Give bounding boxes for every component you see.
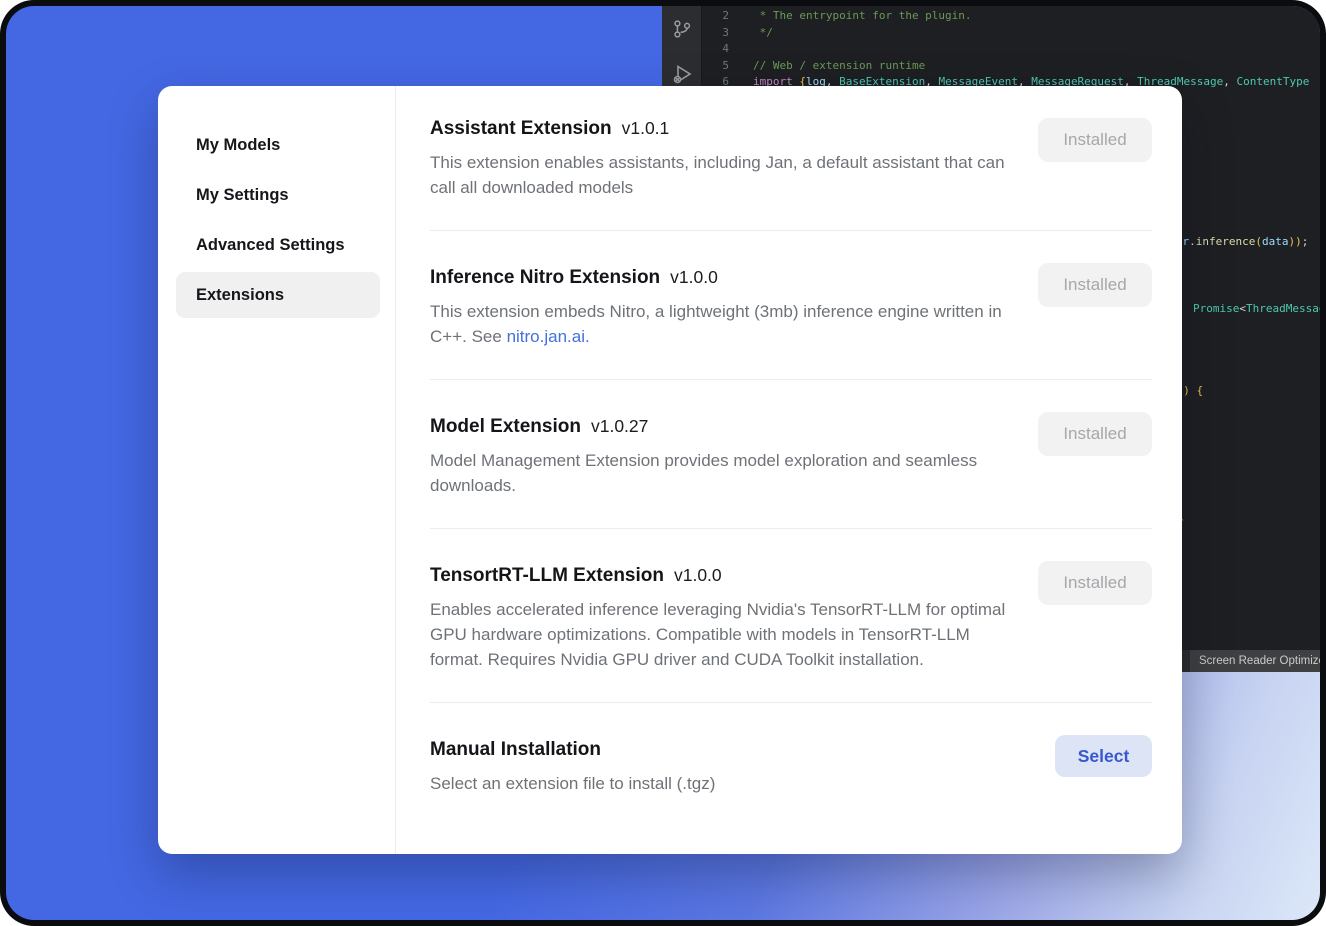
installed-button[interactable]: Installed	[1038, 263, 1152, 307]
status-screen-reader-item[interactable]: Screen Reader Optimize	[1190, 650, 1320, 672]
select-file-button[interactable]: Select	[1055, 735, 1152, 777]
sidebar-item-my-models[interactable]: My Models	[158, 120, 395, 170]
installed-button[interactable]: Installed	[1038, 412, 1152, 456]
source-control-icon[interactable]	[671, 18, 693, 40]
settings-dialog: My Models My Settings Advanced Settings Ext…	[158, 86, 1182, 854]
installed-button[interactable]: Installed	[1038, 561, 1152, 605]
extension-name: Model Extension	[430, 416, 581, 438]
line-number: 2	[703, 8, 739, 25]
extensions-panel: Assistant Extension v1.0.1 This extension …	[396, 86, 1182, 854]
extensions-list: Assistant Extension v1.0.1 This extension …	[430, 86, 1152, 703]
extension-row: Model Extension v1.0.27 Model Management E…	[430, 380, 1152, 529]
extension-version: v1.0.0	[674, 565, 722, 586]
line-number: 3	[703, 25, 739, 42]
nitro-jan-ai-link[interactable]: nitro.jan.ai.	[507, 327, 590, 346]
run-and-debug-icon[interactable]	[671, 62, 693, 84]
extension-row: TensortRT-LLM Extension v1.0.0 Enables acc…	[430, 529, 1152, 703]
extension-version: v1.0.27	[591, 416, 648, 437]
sidebar-item-label: Advanced Settings	[196, 236, 345, 255]
line-number: 5	[703, 58, 739, 75]
code-line: 2 * The entrypoint for the plugin.	[703, 8, 1320, 25]
extension-description: Model Management Extension provides mode…	[430, 448, 1015, 498]
extension-description: This extension enables assistants, inclu…	[430, 150, 1015, 200]
extension-version: v1.0.1	[622, 118, 670, 139]
code-lines: 2 * The entrypoint for the plugin.3 */45…	[703, 8, 1320, 91]
code-line: 4	[703, 41, 1320, 58]
extension-name: Assistant Extension	[430, 118, 612, 140]
sidebar-item-label: My Settings	[196, 186, 289, 205]
sidebar-item-my-settings[interactable]: My Settings	[158, 170, 395, 220]
extension-description: Enables accelerated inference leveraging…	[430, 597, 1015, 672]
settings-sidebar: My Models My Settings Advanced Settings Ext…	[158, 86, 396, 854]
extension-name: TensortRT-LLM Extension	[430, 565, 664, 587]
sidebar-item-label: Extensions	[196, 286, 284, 305]
sidebar-item-extensions[interactable]: Extensions	[176, 272, 380, 318]
code-fragment: Promise<ThreadMessage>	[1193, 302, 1320, 315]
extension-row: Assistant Extension v1.0.1 This extension …	[430, 86, 1152, 231]
sidebar-item-label: My Models	[196, 136, 280, 155]
sidebar-item-advanced-settings[interactable]: Advanced Settings	[158, 220, 395, 270]
manual-installation-title: Manual Installation	[430, 739, 601, 761]
background-gradient: 2 * The entrypoint for the plugin.3 */45…	[6, 6, 1320, 920]
code-line: 5// Web / extension runtime	[703, 58, 1320, 75]
manual-installation-row: Manual Installation Select an extension …	[430, 703, 1152, 826]
code-line: 3 */	[703, 25, 1320, 42]
installed-button[interactable]: Installed	[1038, 118, 1152, 162]
extension-row: Inference Nitro Extension v1.0.0 This exte…	[430, 231, 1152, 380]
extension-name: Inference Nitro Extension	[430, 267, 660, 289]
manual-installation-description: Select an extension file to install (.tg…	[430, 771, 1015, 796]
extension-version: v1.0.0	[670, 267, 718, 288]
app-window: 2 * The entrypoint for the plugin.3 */45…	[0, 0, 1326, 926]
extension-description: This extension embeds Nitro, a lightweig…	[430, 299, 1015, 349]
line-number: 4	[703, 41, 739, 58]
